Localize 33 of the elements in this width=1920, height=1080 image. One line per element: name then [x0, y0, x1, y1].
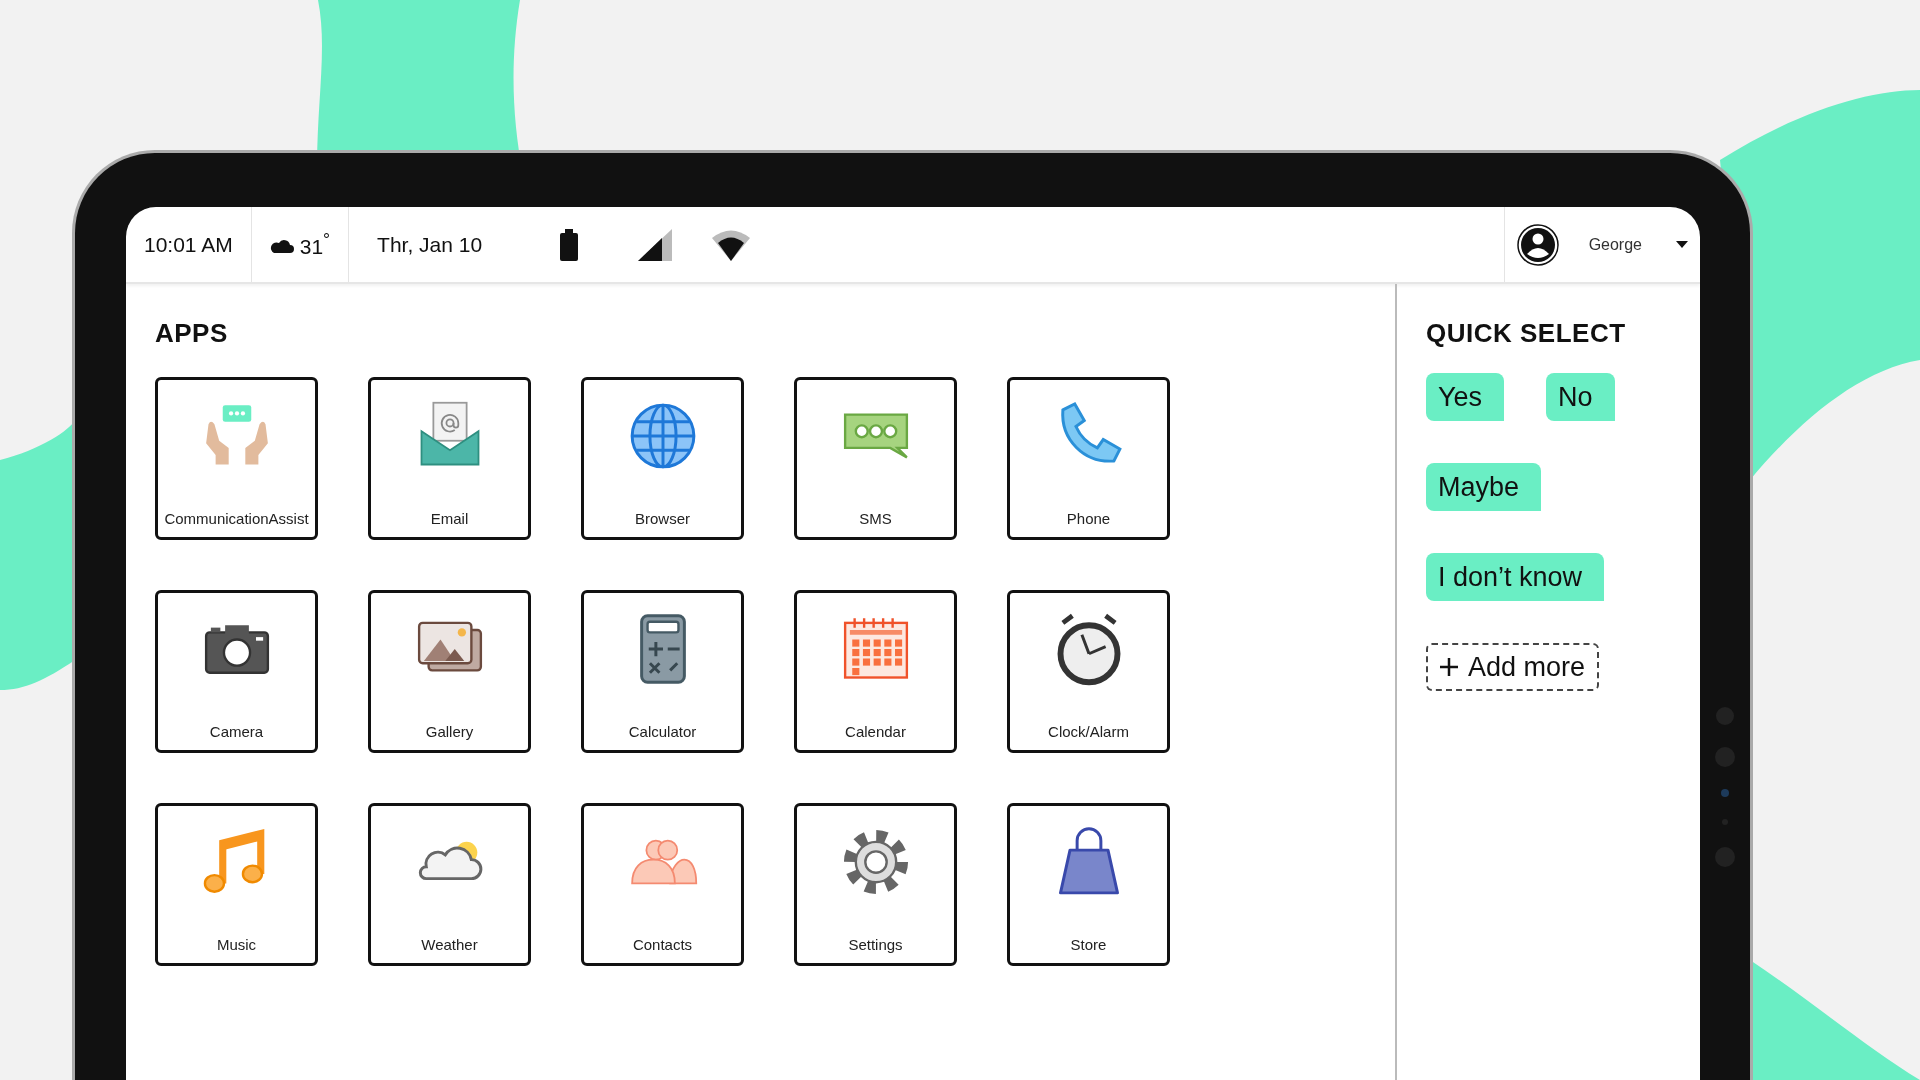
app-tile[interactable]: Weather: [368, 803, 531, 966]
user-avatar-icon[interactable]: [1516, 223, 1559, 266]
camera-dot-icon: [1721, 789, 1729, 797]
app-tile[interactable]: Email: [368, 377, 531, 540]
apps-heading: APPS: [155, 318, 229, 349]
quick-reply-button[interactable]: Maybe: [1426, 463, 1542, 511]
signal-icon: [638, 228, 673, 261]
clock-time: 10:01 AM: [144, 232, 233, 257]
plus-icon: [1440, 658, 1458, 676]
app-tile[interactable]: Calendar: [794, 590, 957, 753]
wifi-icon: [712, 228, 751, 261]
app-tile[interactable]: Clock/Alarm: [1007, 590, 1170, 753]
app-tile[interactable]: Camera: [155, 590, 318, 753]
app-tile[interactable]: Music: [155, 803, 318, 966]
user-name[interactable]: George: [1588, 235, 1642, 254]
battery-icon: [560, 228, 579, 261]
app-tile[interactable]: CommunicationAssist: [155, 377, 318, 540]
quick-reply-button[interactable]: No: [1546, 373, 1615, 421]
app-tile[interactable]: SMS: [794, 377, 957, 540]
date: Thr, Jan 10: [377, 232, 483, 257]
app-tile[interactable]: Calculator: [581, 590, 744, 753]
app-tile[interactable]: Gallery: [368, 590, 531, 753]
app-tile[interactable]: Settings: [794, 803, 957, 966]
add-more-button[interactable]: Add more: [1426, 643, 1600, 691]
app-tile[interactable]: Browser: [581, 377, 744, 540]
quick-reply-button[interactable]: I don’t know: [1426, 553, 1605, 601]
quick-select-heading: QUICK SELECT: [1426, 318, 1627, 349]
quick-reply-button[interactable]: Yes: [1426, 373, 1505, 421]
app-tile[interactable]: Contacts: [581, 803, 744, 966]
caret-icon[interactable]: [1676, 241, 1688, 248]
app-tile[interactable]: Phone: [1007, 377, 1170, 540]
app-tile[interactable]: Store: [1007, 803, 1170, 966]
temperature: 31$^{°}$: [299, 230, 331, 259]
